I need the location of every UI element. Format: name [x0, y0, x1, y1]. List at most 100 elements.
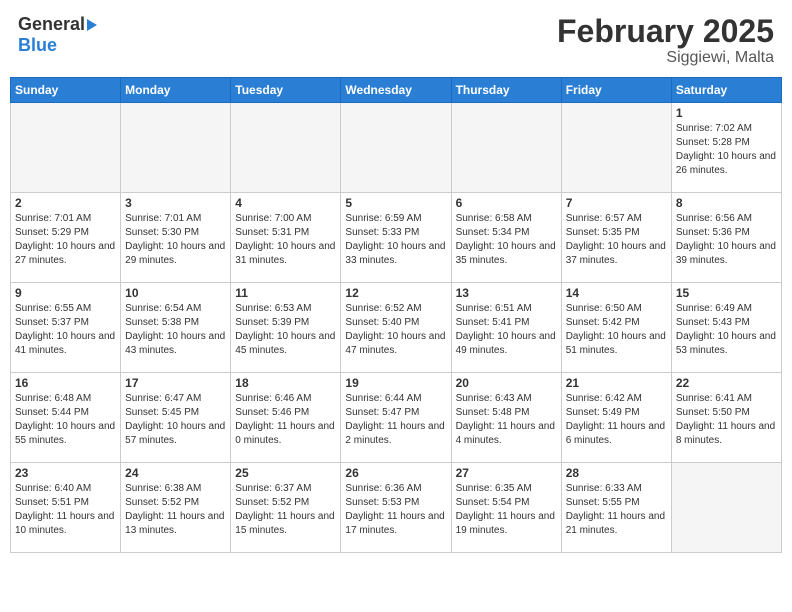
- day-info: Sunrise: 6:44 AM Sunset: 5:47 PM Dayligh…: [345, 392, 446, 448]
- day-number: 26: [345, 466, 446, 480]
- calendar-cell: 26 Sunrise: 6:36 AM Sunset: 5:53 PM Dayli…: [341, 463, 451, 553]
- day-number: 7: [566, 196, 667, 210]
- calendar-cell: 25 Sunrise: 6:37 AM Sunset: 5:52 PM Dayli…: [231, 463, 341, 553]
- calendar-cell: 17 Sunrise: 6:47 AM Sunset: 5:45 PM Dayli…: [121, 373, 231, 463]
- logo-general: General: [18, 14, 85, 35]
- day-header-friday: Friday: [561, 78, 671, 103]
- day-header-monday: Monday: [121, 78, 231, 103]
- day-number: 23: [15, 466, 116, 480]
- day-info: Sunrise: 6:50 AM Sunset: 5:42 PM Dayligh…: [566, 302, 667, 358]
- calendar-cell: 24 Sunrise: 6:38 AM Sunset: 5:52 PM Dayli…: [121, 463, 231, 553]
- day-header-saturday: Saturday: [671, 78, 781, 103]
- calendar-cell: 9 Sunrise: 6:55 AM Sunset: 5:37 PM Daylig…: [11, 283, 121, 373]
- calendar-cell: 12 Sunrise: 6:52 AM Sunset: 5:40 PM Dayli…: [341, 283, 451, 373]
- week-row-3: 9 Sunrise: 6:55 AM Sunset: 5:37 PM Daylig…: [11, 283, 782, 373]
- week-row-2: 2 Sunrise: 7:01 AM Sunset: 5:29 PM Daylig…: [11, 193, 782, 283]
- logo-triangle-icon: [87, 19, 97, 31]
- day-number: 4: [235, 196, 336, 210]
- day-info: Sunrise: 6:33 AM Sunset: 5:55 PM Dayligh…: [566, 482, 667, 538]
- day-info: Sunrise: 6:43 AM Sunset: 5:48 PM Dayligh…: [456, 392, 557, 448]
- calendar-cell: 11 Sunrise: 6:53 AM Sunset: 5:39 PM Dayli…: [231, 283, 341, 373]
- day-number: 12: [345, 286, 446, 300]
- calendar-title: February 2025: [557, 14, 774, 49]
- day-header-sunday: Sunday: [11, 78, 121, 103]
- day-header-thursday: Thursday: [451, 78, 561, 103]
- calendar-cell: 4Sunrise: 7:00 AM Sunset: 5:31 PM Daylig…: [231, 193, 341, 283]
- calendar-table: SundayMondayTuesdayWednesdayThursdayFrid…: [10, 77, 782, 553]
- day-info: Sunrise: 7:02 AM Sunset: 5:28 PM Dayligh…: [676, 122, 777, 178]
- day-info: Sunrise: 6:52 AM Sunset: 5:40 PM Dayligh…: [345, 302, 446, 358]
- day-info: Sunrise: 6:56 AM Sunset: 5:36 PM Dayligh…: [676, 212, 777, 268]
- calendar-cell: [121, 103, 231, 193]
- day-number: 22: [676, 376, 777, 390]
- day-number: 13: [456, 286, 557, 300]
- day-number: 16: [15, 376, 116, 390]
- calendar-cell: [451, 103, 561, 193]
- day-info: Sunrise: 6:49 AM Sunset: 5:43 PM Dayligh…: [676, 302, 777, 358]
- day-number: 19: [345, 376, 446, 390]
- day-number: 28: [566, 466, 667, 480]
- day-info: Sunrise: 6:38 AM Sunset: 5:52 PM Dayligh…: [125, 482, 226, 538]
- day-info: Sunrise: 6:46 AM Sunset: 5:46 PM Dayligh…: [235, 392, 336, 448]
- calendar-header: General Blue February 2025 Siggiewi, Mal…: [10, 10, 782, 71]
- day-info: Sunrise: 6:59 AM Sunset: 5:33 PM Dayligh…: [345, 212, 446, 268]
- day-info: Sunrise: 6:41 AM Sunset: 5:50 PM Dayligh…: [676, 392, 777, 448]
- day-number: 1: [676, 106, 777, 120]
- day-number: 25: [235, 466, 336, 480]
- calendar-cell: 3 Sunrise: 7:01 AM Sunset: 5:30 PM Daylig…: [121, 193, 231, 283]
- day-info: Sunrise: 6:48 AM Sunset: 5:44 PM Dayligh…: [15, 392, 116, 448]
- calendar-cell: 18Sunrise: 6:46 AM Sunset: 5:46 PM Dayli…: [231, 373, 341, 463]
- day-info: Sunrise: 6:37 AM Sunset: 5:52 PM Dayligh…: [235, 482, 336, 538]
- day-number: 6: [456, 196, 557, 210]
- calendar-cell: 7 Sunrise: 6:57 AM Sunset: 5:35 PM Daylig…: [561, 193, 671, 283]
- title-block: February 2025 Siggiewi, Malta: [557, 14, 774, 67]
- logo-blue: Blue: [18, 35, 57, 56]
- calendar-cell: 22 Sunrise: 6:41 AM Sunset: 5:50 PM Dayli…: [671, 373, 781, 463]
- day-number: 8: [676, 196, 777, 210]
- calendar-cell: 15 Sunrise: 6:49 AM Sunset: 5:43 PM Dayli…: [671, 283, 781, 373]
- day-info: Sunrise: 7:01 AM Sunset: 5:30 PM Dayligh…: [125, 212, 226, 268]
- day-number: 21: [566, 376, 667, 390]
- calendar-cell: 1 Sunrise: 7:02 AM Sunset: 5:28 PM Daylig…: [671, 103, 781, 193]
- week-row-5: 23 Sunrise: 6:40 AM Sunset: 5:51 PM Dayli…: [11, 463, 782, 553]
- calendar-cell: [231, 103, 341, 193]
- calendar-cell: 2 Sunrise: 7:01 AM Sunset: 5:29 PM Daylig…: [11, 193, 121, 283]
- calendar-cell: 14 Sunrise: 6:50 AM Sunset: 5:42 PM Dayli…: [561, 283, 671, 373]
- calendar-cell: 27 Sunrise: 6:35 AM Sunset: 5:54 PM Dayli…: [451, 463, 561, 553]
- day-info: Sunrise: 6:55 AM Sunset: 5:37 PM Dayligh…: [15, 302, 116, 358]
- day-number: 5: [345, 196, 446, 210]
- day-info: Sunrise: 6:54 AM Sunset: 5:38 PM Dayligh…: [125, 302, 226, 358]
- day-number: 9: [15, 286, 116, 300]
- day-info: Sunrise: 6:57 AM Sunset: 5:35 PM Dayligh…: [566, 212, 667, 268]
- day-number: 11: [235, 286, 336, 300]
- day-info: Sunrise: 6:53 AM Sunset: 5:39 PM Dayligh…: [235, 302, 336, 358]
- calendar-cell: [341, 103, 451, 193]
- day-number: 17: [125, 376, 226, 390]
- calendar-cell: 6 Sunrise: 6:58 AM Sunset: 5:34 PM Daylig…: [451, 193, 561, 283]
- day-info: Sunrise: 6:42 AM Sunset: 5:49 PM Dayligh…: [566, 392, 667, 448]
- calendar-cell: 10 Sunrise: 6:54 AM Sunset: 5:38 PM Dayli…: [121, 283, 231, 373]
- calendar-cell: [561, 103, 671, 193]
- week-row-4: 16 Sunrise: 6:48 AM Sunset: 5:44 PM Dayli…: [11, 373, 782, 463]
- day-number: 24: [125, 466, 226, 480]
- day-number: 27: [456, 466, 557, 480]
- day-info: Sunrise: 6:40 AM Sunset: 5:51 PM Dayligh…: [15, 482, 116, 538]
- day-info: Sunrise: 6:36 AM Sunset: 5:53 PM Dayligh…: [345, 482, 446, 538]
- day-number: 10: [125, 286, 226, 300]
- day-info: Sunrise: 7:01 AM Sunset: 5:29 PM Dayligh…: [15, 212, 116, 268]
- day-info: Sunrise: 6:47 AM Sunset: 5:45 PM Dayligh…: [125, 392, 226, 448]
- calendar-cell: 19 Sunrise: 6:44 AM Sunset: 5:47 PM Dayli…: [341, 373, 451, 463]
- calendar-cell: 16 Sunrise: 6:48 AM Sunset: 5:44 PM Dayli…: [11, 373, 121, 463]
- day-number: 15: [676, 286, 777, 300]
- day-info: Sunrise: 6:51 AM Sunset: 5:41 PM Dayligh…: [456, 302, 557, 358]
- day-number: 3: [125, 196, 226, 210]
- calendar-cell: 28 Sunrise: 6:33 AM Sunset: 5:55 PM Dayli…: [561, 463, 671, 553]
- day-header-tuesday: Tuesday: [231, 78, 341, 103]
- day-header-wednesday: Wednesday: [341, 78, 451, 103]
- day-number: 14: [566, 286, 667, 300]
- day-number: 2: [15, 196, 116, 210]
- day-info: Sunrise: 6:35 AM Sunset: 5:54 PM Dayligh…: [456, 482, 557, 538]
- day-info: Sunrise: 6:58 AM Sunset: 5:34 PM Dayligh…: [456, 212, 557, 268]
- calendar-cell: 8 Sunrise: 6:56 AM Sunset: 5:36 PM Daylig…: [671, 193, 781, 283]
- calendar-cell: 20Sunrise: 6:43 AM Sunset: 5:48 PM Dayli…: [451, 373, 561, 463]
